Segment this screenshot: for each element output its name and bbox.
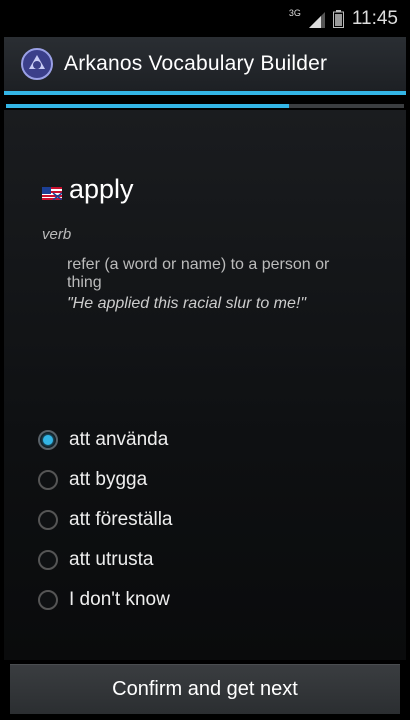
radio-button[interactable] [38, 550, 58, 570]
action-bar-divider [4, 91, 406, 95]
status-icons: 3G 11:45 [289, 8, 398, 30]
radio-button[interactable] [38, 430, 58, 450]
option-label: att föreställa [69, 509, 173, 530]
option-att-utrusta[interactable]: att utrusta [38, 540, 173, 580]
battery-icon [332, 10, 344, 28]
option-label: att utrusta [69, 549, 154, 570]
definition: refer (a word or name) to a person or th… [67, 256, 330, 291]
signal-icon [308, 12, 325, 28]
option-label: att bygga [69, 469, 148, 490]
app-logo-icon[interactable] [20, 47, 54, 81]
word-row: apply [42, 174, 134, 205]
radio-button[interactable] [38, 590, 58, 610]
quiz-card: apply verb refer (a word or name) to a p… [4, 110, 406, 660]
radio-button[interactable] [38, 470, 58, 490]
option-att-bygga[interactable]: att bygga [38, 460, 173, 500]
app-title: Arkanos Vocabulary Builder [64, 52, 328, 75]
option-att-forestalla[interactable]: att föreställa [38, 500, 173, 540]
option-label: I don't know [69, 589, 170, 610]
progress-bar [6, 104, 404, 108]
option-att-anvanda[interactable]: att använda [38, 420, 173, 460]
clock: 11:45 [351, 8, 398, 29]
option-label: att använda [69, 429, 169, 450]
example-sentence: "He applied this racial slur to me!" [67, 295, 307, 312]
confirm-button[interactable]: Confirm and get next [10, 664, 400, 714]
english-flag-icon [42, 187, 62, 200]
progress-fill [6, 104, 289, 108]
vocabulary-word: apply [69, 174, 134, 204]
screen: 3G 11:45 Arkanos Vocabulary Builder appl… [4, 0, 406, 720]
status-bar: 3G 11:45 [4, 0, 406, 37]
answer-options: att använda att bygga att föreställa att… [38, 420, 173, 620]
option-i-dont-know[interactable]: I don't know [38, 580, 173, 620]
network-type: 3G [288, 8, 301, 18]
part-of-speech: verb [42, 226, 72, 243]
action-bar: Arkanos Vocabulary Builder [4, 37, 406, 91]
radio-button[interactable] [38, 510, 58, 530]
